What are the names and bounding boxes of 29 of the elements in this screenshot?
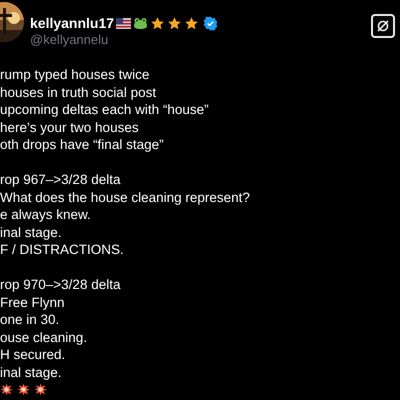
grok-button[interactable] (371, 14, 395, 38)
post-text-line: houses in truth social post (0, 84, 156, 101)
post-text-line: oth drops have “final stage” (0, 136, 164, 154)
user-handle: @kellyannelu (30, 31, 110, 49)
post-text-line: H secured. (0, 346, 66, 364)
post-text-line: upcoming deltas each with “house” (0, 101, 209, 118)
post-text-line: F / DISTRACTIONS. (0, 241, 124, 258)
star-icon (184, 16, 200, 30)
star-icon (167, 16, 182, 30)
post-text-line: rop 970–>3/28 delta (0, 276, 120, 294)
post-text-line: e always knew. (0, 206, 91, 224)
burst-icon (34, 383, 47, 396)
post-text-line: Free Flynn (0, 294, 65, 311)
display-name: kellyannlu17 (30, 15, 114, 31)
post-text-line: rump typed houses twice (0, 66, 150, 84)
post-text-line: here’s your two houses (0, 118, 139, 136)
post-text-line: one in 30. (0, 311, 60, 328)
post-text-line: inal stage. (0, 364, 62, 381)
star-icon (150, 16, 166, 30)
flag-icon (116, 18, 132, 28)
post-text-line: ouse cleaning. (0, 328, 88, 346)
frog-icon (133, 16, 148, 30)
burst-icon (17, 383, 30, 396)
post-text-line: inal stage. (0, 224, 62, 241)
burst-icon (0, 383, 13, 396)
post-text-line: What does the house cleaning represent? (0, 188, 250, 206)
slashed-circle-icon (376, 19, 390, 33)
verified-badge-icon (203, 16, 218, 30)
post-text-line: rop 967–>3/28 delta (0, 171, 120, 188)
